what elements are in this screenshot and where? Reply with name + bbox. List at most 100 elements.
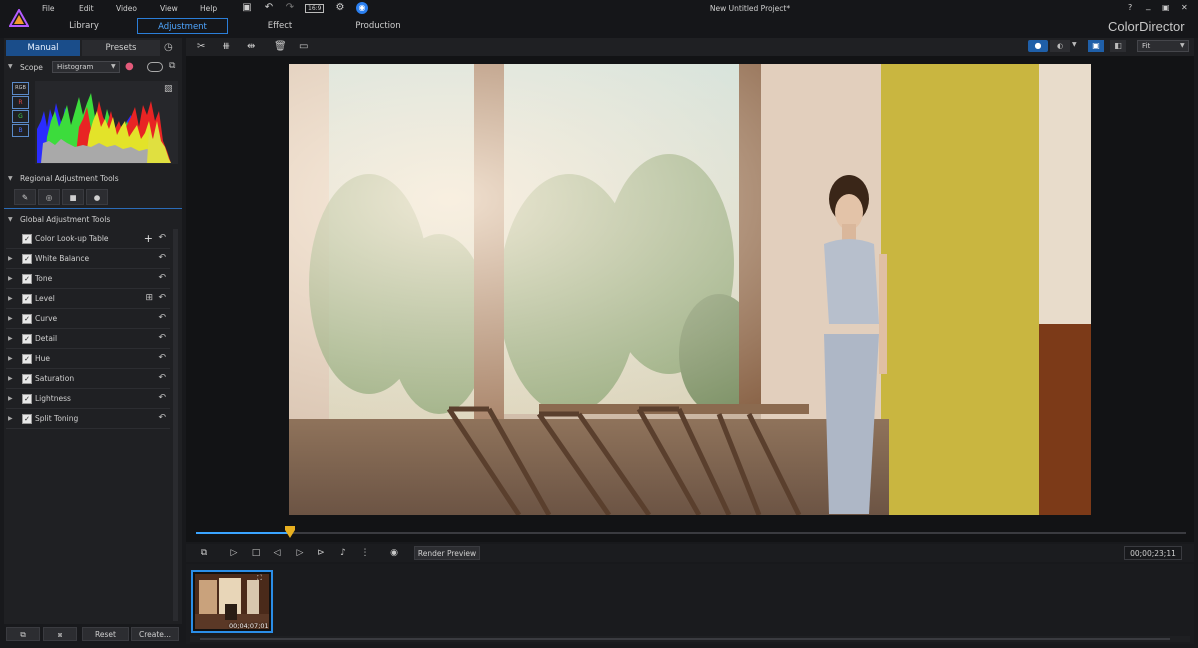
original-view-button[interactable]: ● bbox=[1028, 40, 1048, 52]
undo-icon[interactable]: ↶ bbox=[263, 2, 275, 14]
clip-thumbnail[interactable]: ⛶ 00;04;07;01 bbox=[191, 570, 273, 633]
timecode-display[interactable]: 00;00;23;11 bbox=[1124, 546, 1182, 560]
library-scrollbar[interactable] bbox=[190, 636, 1190, 642]
split-icon[interactable]: ⧻ bbox=[222, 41, 230, 52]
menu-edit[interactable]: Edit bbox=[79, 4, 94, 13]
tool-curve[interactable]: ▶ ✓ Curve ↶ bbox=[6, 309, 170, 329]
expand-arrow-icon[interactable]: ▶ bbox=[8, 289, 13, 308]
split-view-icon[interactable]: ◧ bbox=[1110, 40, 1126, 52]
tab-effect[interactable]: Effect bbox=[240, 18, 320, 34]
radial-target-icon[interactable]: ◎ bbox=[38, 189, 60, 205]
tool-hue[interactable]: ▶ ✓ Hue ↶ bbox=[6, 349, 170, 369]
cut-icon[interactable]: ✂ bbox=[197, 41, 205, 52]
history-icon[interactable]: ◷ bbox=[164, 42, 173, 53]
tool-detail[interactable]: ▶ ✓ Detail ↶ bbox=[6, 329, 170, 349]
expand-arrow-icon[interactable]: ▶ bbox=[8, 349, 13, 368]
channel-r[interactable]: R bbox=[12, 96, 29, 109]
scrollbar-thumb[interactable] bbox=[200, 638, 1170, 640]
tab-presets[interactable]: Presets bbox=[82, 40, 160, 56]
360-view-icon[interactable]: ◉ bbox=[387, 545, 401, 561]
tool-level[interactable]: ▶ ✓ Level ⊞ ↶ bbox=[6, 289, 170, 309]
external-window-icon[interactable]: ⧉ bbox=[169, 61, 175, 71]
save-icon[interactable]: ▣ bbox=[241, 2, 253, 14]
reset-icon[interactable]: ↶ bbox=[158, 309, 166, 328]
next-frame-icon[interactable]: ▷ bbox=[293, 545, 307, 561]
tool-white-balance[interactable]: ▶ ✓ White Balance ↶ bbox=[6, 249, 170, 269]
reset-icon[interactable]: ↶ bbox=[158, 249, 166, 268]
account-icon[interactable]: ◉ bbox=[356, 2, 368, 14]
comment-icon[interactable]: ▭ bbox=[299, 41, 308, 52]
render-preview-button[interactable]: Render Preview bbox=[414, 546, 480, 560]
reset-icon[interactable]: ↶ bbox=[158, 389, 166, 408]
fast-forward-icon[interactable]: ⊳ bbox=[314, 545, 328, 561]
stop-icon[interactable]: □ bbox=[249, 545, 263, 561]
tab-adjustment[interactable]: Adjustment bbox=[137, 18, 228, 34]
menu-file[interactable]: File bbox=[42, 4, 55, 13]
tool-color-lookup-table[interactable]: ✓ Color Look-up Table + ↶ bbox=[6, 229, 170, 249]
tool-tone[interactable]: ▶ ✓ Tone ↶ bbox=[6, 269, 170, 289]
checkbox[interactable]: ✓ bbox=[22, 254, 32, 264]
graduated-filter-icon[interactable]: ■ bbox=[62, 189, 84, 205]
single-view-icon[interactable]: ▣ bbox=[1088, 40, 1104, 52]
reset-icon[interactable]: ↶ bbox=[158, 349, 166, 368]
reset-icon[interactable]: ↶ bbox=[158, 289, 166, 308]
global-tools-header[interactable]: ▼ Global Adjustment Tools bbox=[4, 211, 182, 229]
menu-view[interactable]: View bbox=[160, 4, 178, 13]
reset-icon[interactable]: ↶ bbox=[158, 269, 166, 288]
aspect-ratio-button[interactable]: 16:9 bbox=[305, 4, 325, 13]
checkbox[interactable]: ✓ bbox=[22, 274, 32, 284]
menu-help[interactable]: Help bbox=[200, 4, 217, 13]
playhead[interactable] bbox=[285, 526, 296, 538]
volume-icon[interactable]: ♪ bbox=[336, 545, 350, 561]
histogram-snapshot-icon[interactable]: ▨ bbox=[164, 84, 173, 94]
scrubber-track[interactable] bbox=[186, 524, 1194, 542]
tool-lightness[interactable]: ▶ ✓ Lightness ↶ bbox=[6, 389, 170, 409]
chevron-down-icon[interactable]: ▼ bbox=[1072, 41, 1077, 48]
channel-b[interactable]: B bbox=[12, 124, 29, 137]
adjustment-brush-icon[interactable]: ✎ bbox=[14, 189, 36, 205]
paste-settings-icon[interactable]: ⧈ bbox=[43, 627, 77, 641]
redo-icon[interactable]: ↷ bbox=[284, 2, 296, 14]
color-palette-icon[interactable]: ● bbox=[125, 61, 134, 72]
reset-button[interactable]: Reset bbox=[82, 627, 129, 641]
auto-level-icon[interactable]: ⊞ bbox=[145, 289, 153, 308]
reset-icon[interactable]: ↶ bbox=[158, 329, 166, 348]
restore-button[interactable]: ▣ bbox=[1162, 3, 1170, 12]
copy-settings-icon[interactable]: ⧉ bbox=[6, 627, 40, 641]
reset-icon[interactable]: ↶ bbox=[158, 409, 166, 428]
checkbox[interactable]: ✓ bbox=[22, 294, 32, 304]
expand-arrow-icon[interactable]: ▶ bbox=[8, 269, 13, 288]
collapse-arrow-icon[interactable]: ▼ bbox=[8, 63, 13, 70]
scope-type-select[interactable]: Histogram ▼ bbox=[52, 61, 120, 73]
reset-icon[interactable]: ↶ bbox=[158, 229, 166, 248]
channel-rgb[interactable]: RGB bbox=[12, 82, 29, 95]
tab-manual[interactable]: Manual bbox=[6, 40, 80, 56]
checkbox[interactable]: ✓ bbox=[22, 314, 32, 324]
radial-filter-icon[interactable]: ● bbox=[86, 189, 108, 205]
close-button[interactable]: ✕ bbox=[1181, 3, 1188, 12]
video-preview[interactable] bbox=[289, 64, 1091, 515]
play-icon[interactable]: ▷ bbox=[227, 545, 241, 561]
scope-toggle[interactable] bbox=[147, 62, 163, 72]
checkbox[interactable]: ✓ bbox=[22, 234, 32, 244]
checkbox[interactable]: ✓ bbox=[22, 334, 32, 344]
menu-video[interactable]: Video bbox=[116, 4, 137, 13]
expand-arrow-icon[interactable]: ▶ bbox=[8, 309, 13, 328]
delete-icon[interactable]: 🗑 bbox=[274, 41, 287, 52]
add-icon[interactable]: + bbox=[144, 229, 153, 248]
checkbox[interactable]: ✓ bbox=[22, 394, 32, 404]
trim-icon[interactable]: ⇹ bbox=[247, 41, 255, 52]
reset-icon[interactable]: ↶ bbox=[158, 369, 166, 388]
tab-production[interactable]: Production bbox=[338, 18, 418, 34]
expand-arrow-icon[interactable]: ▶ bbox=[8, 409, 13, 428]
minimize-button[interactable]: _ bbox=[1146, 1, 1151, 11]
tab-library[interactable]: Library bbox=[44, 18, 124, 34]
checkbox[interactable]: ✓ bbox=[22, 414, 32, 424]
tool-saturation[interactable]: ▶ ✓ Saturation ↶ bbox=[6, 369, 170, 389]
play-mode-icon[interactable]: ⧉ bbox=[197, 545, 211, 561]
checkbox[interactable]: ✓ bbox=[22, 374, 32, 384]
expand-arrow-icon[interactable]: ▶ bbox=[8, 389, 13, 408]
regional-tools-header[interactable]: ▼ Regional Adjustment Tools bbox=[4, 170, 182, 188]
grid-icon[interactable]: ⋮ bbox=[358, 545, 372, 561]
tool-split-toning[interactable]: ▶ ✓ Split Toning ↶ bbox=[6, 409, 170, 429]
